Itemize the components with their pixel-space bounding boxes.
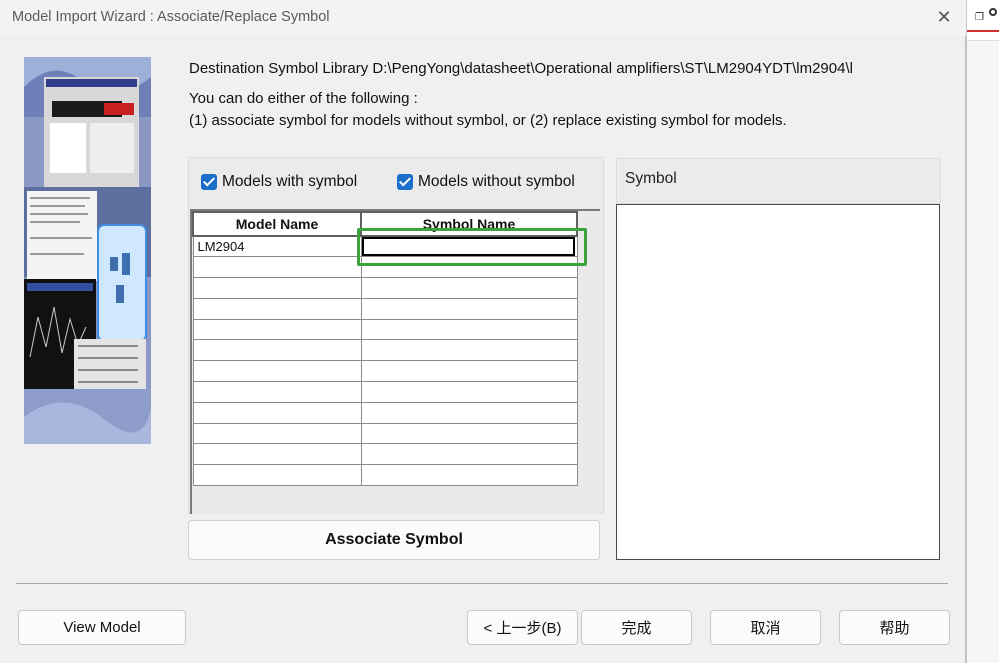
symbol-panel-header: Symbol [616,158,941,204]
model-name-cell[interactable] [192,339,362,362]
background-app-window: ❐ [966,0,999,663]
record-icon [989,8,997,16]
column-header-model-name[interactable]: Model Name [192,211,362,237]
options-text: (1) associate symbol for models without … [189,112,787,129]
model-name-cell[interactable] [192,422,362,445]
models-with-symbol-checkbox[interactable]: Models with symbol [201,172,357,192]
model-name-cell[interactable] [192,381,362,403]
finish-button[interactable]: 完成 [581,610,692,645]
symbol-name-cell[interactable] [360,401,578,424]
models-without-symbol-checkbox[interactable]: Models without symbol [397,172,575,192]
models-with-symbol-label: Models with symbol [222,173,358,190]
table-row[interactable] [192,401,578,424]
model-name-cell[interactable] [192,401,362,424]
back-button[interactable]: < 上一步(B) [467,610,578,645]
close-icon[interactable]: ✕ [934,8,954,28]
model-name-cell[interactable]: LM2904 [192,235,362,258]
table-row[interactable] [192,381,578,403]
symbol-name-cell[interactable] [360,277,578,299]
cancel-button[interactable]: 取消 [710,610,821,645]
table-row[interactable] [192,464,578,487]
background-accent-line [967,30,999,32]
symbol-name-cell[interactable] [360,422,578,445]
instruction-text: You can do either of the following : [189,90,418,107]
table-row[interactable] [192,360,578,383]
models-without-symbol-label: Models without symbol [418,173,575,190]
window-title: Model Import Wizard : Associate/Replace … [12,9,330,25]
symbol-name-cell[interactable] [360,297,578,320]
view-model-button[interactable]: View Model [18,610,186,645]
restore-window-icon[interactable]: ❐ [975,12,984,23]
table-row[interactable] [192,422,578,445]
symbol-name-edit-cell[interactable] [362,237,575,256]
symbol-panel-title: Symbol [625,170,677,187]
symbol-name-cell[interactable] [360,443,578,466]
model-name-cell[interactable] [192,464,362,487]
checkbox-checked-icon[interactable] [397,174,413,190]
model-name-cell[interactable] [192,256,362,279]
symbol-name-cell[interactable] [360,381,578,403]
model-name-cell[interactable] [192,443,362,466]
symbol-preview-area [616,204,940,560]
help-button[interactable]: 帮助 [839,610,950,645]
symbol-name-cell[interactable] [360,339,578,362]
table-row[interactable] [192,297,578,320]
symbol-name-cell[interactable] [360,318,578,341]
symbol-name-cell[interactable] [360,464,578,487]
table-row[interactable] [192,443,578,466]
associate-symbol-button[interactable]: Associate Symbol [188,520,600,560]
model-name-cell[interactable] [192,318,362,341]
table-row[interactable] [192,339,578,362]
model-name-cell[interactable] [192,277,362,299]
footer-divider [16,583,948,584]
model-name-cell[interactable] [192,297,362,320]
title-bar: Model Import Wizard : Associate/Replace … [0,0,966,36]
checkbox-checked-icon[interactable] [201,174,217,190]
wizard-illustration-image [24,57,151,444]
table-row[interactable] [192,318,578,341]
background-content-area [967,40,999,663]
table-row[interactable] [192,277,578,299]
destination-library-path: Destination Symbol Library D:\PengYong\d… [189,60,853,77]
model-import-wizard-dialog: Model Import Wizard : Associate/Replace … [0,0,966,663]
symbol-name-cell[interactable] [360,360,578,383]
model-name-cell[interactable] [192,360,362,383]
